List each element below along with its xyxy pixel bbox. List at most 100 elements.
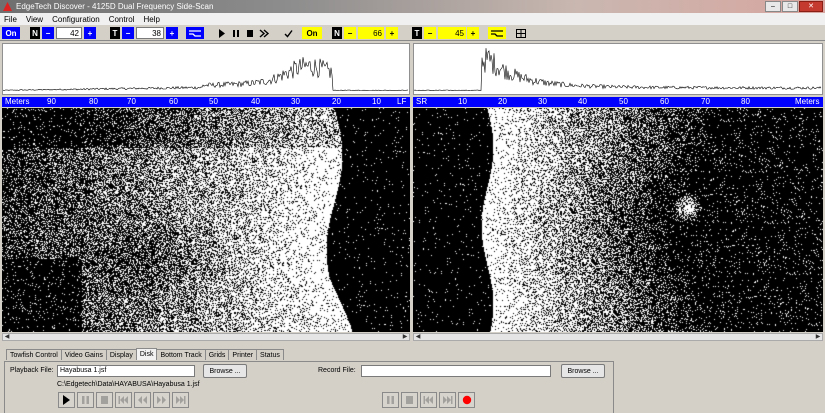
skip-back-icon bbox=[118, 396, 128, 404]
left-t-minus-button[interactable]: − bbox=[122, 27, 134, 39]
left-ruler-end: LF bbox=[397, 97, 407, 106]
pause-icon[interactable] bbox=[230, 27, 242, 39]
right-ruler-tick: 50 bbox=[619, 97, 628, 106]
left-sonar-image[interactable] bbox=[2, 108, 410, 332]
right-range-ruler: SR 10 20 30 40 50 60 70 80 Meters bbox=[413, 97, 823, 107]
playback-stop-button[interactable] bbox=[96, 392, 113, 408]
tab-display[interactable]: Display bbox=[105, 349, 137, 360]
right-t-minus-button[interactable]: − bbox=[424, 27, 436, 39]
skip-back-icon bbox=[423, 396, 433, 404]
menu-help[interactable]: Help bbox=[143, 15, 159, 24]
tab-status[interactable]: Status bbox=[256, 349, 284, 360]
record-skip-forward-button[interactable] bbox=[439, 392, 456, 408]
right-ruler-tick: 20 bbox=[498, 97, 507, 106]
toolbar: On N − 42 + T − 38 + On N − 66 + T − 45 … bbox=[0, 25, 825, 41]
menu-file[interactable]: File bbox=[4, 15, 17, 24]
right-sonar-image[interactable] bbox=[413, 108, 823, 332]
check-icon[interactable] bbox=[282, 27, 294, 39]
right-sonar-canvas bbox=[413, 108, 823, 332]
record-browse-button[interactable]: Browse ... bbox=[561, 364, 605, 378]
playback-pause-button[interactable] bbox=[77, 392, 94, 408]
left-on-button[interactable]: On bbox=[2, 27, 20, 39]
right-n-plus-button[interactable]: + bbox=[386, 27, 398, 39]
play-icon[interactable] bbox=[216, 27, 228, 39]
left-t-value[interactable]: 38 bbox=[136, 27, 164, 39]
skip-forward-icon bbox=[443, 396, 453, 404]
record-button[interactable] bbox=[458, 392, 475, 408]
left-n-value[interactable]: 42 bbox=[56, 27, 82, 39]
right-t-plus-button[interactable]: + bbox=[467, 27, 479, 39]
fast-forward-icon bbox=[157, 396, 166, 404]
tab-video-gains[interactable]: Video Gains bbox=[60, 349, 107, 360]
left-ruler-unit: Meters bbox=[5, 97, 30, 106]
tab-disk[interactable]: Disk bbox=[135, 348, 158, 360]
left-t-plus-button[interactable]: + bbox=[166, 27, 178, 39]
left-n-minus-button[interactable]: − bbox=[42, 27, 54, 39]
playback-file-path: C:\Edgetech\Data\HAYABUSA\Hayabusa 1.jsf bbox=[57, 381, 200, 388]
right-ruler-start: SR bbox=[416, 97, 428, 106]
right-n-label: N bbox=[332, 27, 342, 39]
record-file-field[interactable] bbox=[361, 365, 551, 377]
right-ruler-tick: 80 bbox=[741, 97, 750, 106]
menu-control[interactable]: Control bbox=[109, 15, 135, 24]
maximize-icon[interactable]: □ bbox=[782, 1, 798, 12]
left-ruler-tick: 10 bbox=[372, 97, 381, 106]
left-horizontal-scrollbar[interactable]: ◀ ▶ bbox=[2, 333, 410, 341]
split-view-icon[interactable] bbox=[514, 27, 528, 39]
play-icon bbox=[63, 395, 70, 405]
tab-printer[interactable]: Printer bbox=[228, 349, 258, 360]
right-t-value[interactable]: 45 bbox=[438, 27, 466, 39]
right-on-button[interactable]: On bbox=[302, 27, 322, 39]
window-title: EdgeTech Discover - 4125D Dual Frequency… bbox=[16, 2, 214, 11]
stop-icon bbox=[406, 396, 413, 404]
right-n-minus-button[interactable]: − bbox=[344, 27, 356, 39]
tab-grids[interactable]: Grids bbox=[204, 349, 230, 360]
record-stop-button[interactable] bbox=[401, 392, 418, 408]
right-horizontal-scrollbar[interactable]: ◀ ▶ bbox=[413, 333, 823, 341]
record-skip-back-button[interactable] bbox=[420, 392, 437, 408]
tab-bottom-track[interactable]: Bottom Track bbox=[156, 349, 206, 360]
right-ruler-tick: 70 bbox=[701, 97, 710, 106]
stop-icon bbox=[101, 396, 108, 404]
playback-play-button[interactable] bbox=[58, 392, 75, 408]
left-bottom-track-button[interactable] bbox=[186, 27, 204, 39]
skip-forward-icon bbox=[176, 396, 186, 404]
title-bar: EdgeTech Discover - 4125D Dual Frequency… bbox=[0, 0, 825, 13]
playback-browse-button[interactable]: Browse ... bbox=[203, 364, 247, 378]
right-ruler-tick: 60 bbox=[660, 97, 669, 106]
scroll-right-icon[interactable]: ▶ bbox=[814, 334, 822, 340]
scroll-left-icon[interactable]: ◀ bbox=[414, 334, 422, 340]
fast-forward-icon[interactable] bbox=[257, 27, 271, 39]
right-bottom-track-button[interactable] bbox=[488, 27, 506, 39]
tab-towfish-control[interactable]: Towfish Control bbox=[6, 349, 62, 360]
right-ruler-tick: 40 bbox=[578, 97, 587, 106]
right-amplitude-graph bbox=[413, 43, 823, 95]
left-amplitude-graph bbox=[2, 43, 410, 95]
right-amplitude-plot bbox=[413, 48, 822, 91]
close-icon[interactable]: ✕ bbox=[799, 1, 823, 12]
stop-icon[interactable] bbox=[244, 27, 256, 39]
scroll-right-icon[interactable]: ▶ bbox=[401, 334, 409, 340]
playback-skip-forward-button[interactable] bbox=[172, 392, 189, 408]
record-pause-button[interactable] bbox=[382, 392, 399, 408]
playback-fast-forward-button[interactable] bbox=[153, 392, 170, 408]
bottom-track-icon bbox=[491, 30, 503, 37]
scroll-left-icon[interactable]: ◀ bbox=[3, 334, 11, 340]
left-ruler-tick: 40 bbox=[251, 97, 260, 106]
menu-configuration[interactable]: Configuration bbox=[52, 15, 100, 24]
playback-skip-back-button[interactable] bbox=[115, 392, 132, 408]
pause-icon bbox=[82, 396, 89, 404]
left-ruler-tick: 80 bbox=[89, 97, 98, 106]
playback-rewind-button[interactable] bbox=[134, 392, 151, 408]
pause-icon bbox=[387, 396, 394, 404]
left-t-label: T bbox=[110, 27, 120, 39]
left-n-plus-button[interactable]: + bbox=[84, 27, 96, 39]
right-ruler-unit: Meters bbox=[795, 97, 820, 106]
record-icon bbox=[462, 395, 471, 405]
menu-view[interactable]: View bbox=[26, 15, 43, 24]
right-n-value[interactable]: 66 bbox=[358, 27, 384, 39]
minimize-icon[interactable]: – bbox=[765, 1, 781, 12]
app-icon bbox=[3, 2, 12, 11]
playback-file-field[interactable]: Hayabusa 1.jsf bbox=[57, 365, 195, 377]
right-ruler-tick: 30 bbox=[538, 97, 547, 106]
